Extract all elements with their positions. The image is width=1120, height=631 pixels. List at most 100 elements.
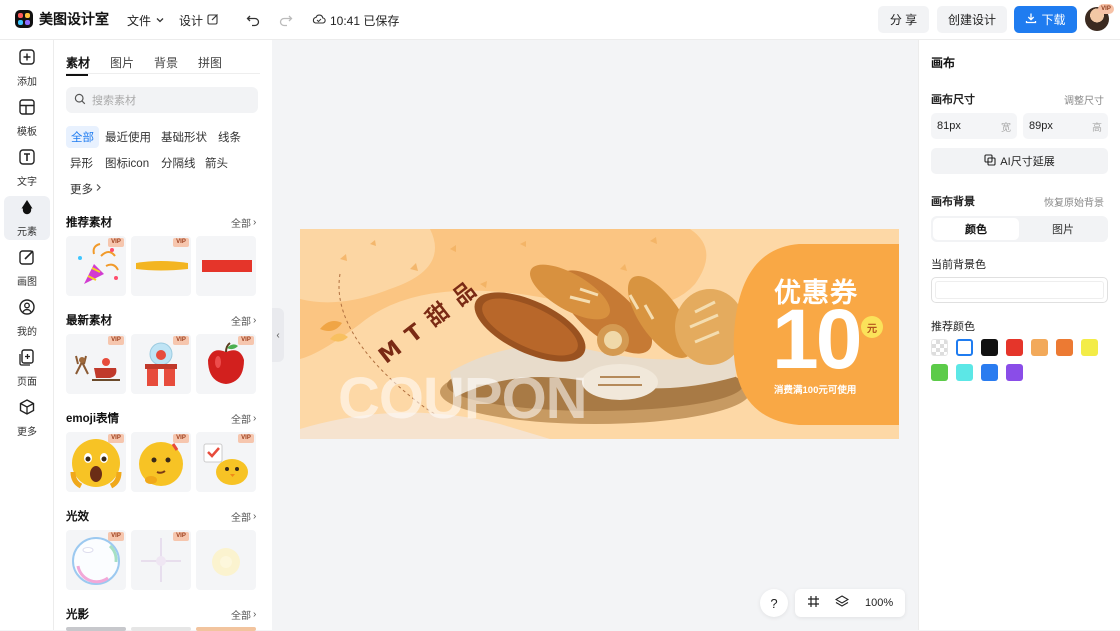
asset-tile-shocked-emoji[interactable]: VIP [66,432,126,492]
chip-basic-shapes[interactable]: 基础形状 [156,126,212,148]
swatch-purple[interactable] [1006,364,1023,381]
chevron-left-icon: ‹ [276,329,280,341]
design-menu-label: 设计 [179,14,204,28]
coupon-watermark-text[interactable]: COUPON [338,367,588,431]
app-name: 美图设计室 [39,11,109,27]
coupon-condition[interactable]: 消费满100元可使用 [774,382,856,396]
zoom-level[interactable]: 100% [865,597,893,609]
swatch-blue[interactable] [981,364,998,381]
text-icon [18,148,36,169]
help-icon: ? [770,595,778,611]
bg-type-image[interactable]: 图片 [1020,218,1106,240]
swatch-orange[interactable] [1056,339,1073,356]
chip-all[interactable]: 全部 [66,126,99,148]
swatch-light-orange[interactable] [1031,339,1048,356]
coupon-amount[interactable]: 10 [772,297,862,381]
nav-label: 我的 [17,327,37,338]
grid-icon[interactable] [807,595,820,611]
nav-item-more[interactable]: 更多 [4,396,50,440]
help-button[interactable]: ? [760,589,788,617]
asset-tile-gift[interactable]: VIP [131,334,191,394]
resize-link[interactable]: 调整尺寸 [1064,92,1104,107]
tab-backgrounds[interactable]: 背景 [154,54,178,71]
section-all-light-shadow[interactable]: 全部 › [231,607,256,622]
nav-item-text[interactable]: 文字 [4,146,50,190]
height-value: 89px [1029,120,1053,132]
asset-tile-yellow-stroke[interactable]: VIP [131,236,191,296]
swatch-cyan[interactable] [956,364,973,381]
nav-label: 页面 [17,377,37,388]
share-button[interactable]: 分 享 [878,6,929,33]
asset-tile-red-bar[interactable] [196,236,256,296]
tab-materials[interactable]: 素材 [66,54,90,71]
nav-item-add[interactable]: 添加 [4,46,50,90]
vip-badge: VIP [173,238,189,247]
chip-recent[interactable]: 最近使用 [100,126,156,148]
section-all-emoji[interactable]: 全部 › [231,411,256,426]
bg-type-toggle: 颜色 图片 [931,216,1108,242]
chip-irregular[interactable]: 异形 [65,152,98,174]
asset-tile-bubble[interactable]: VIP [66,530,126,590]
height-field[interactable]: 89px 高 [1023,113,1108,139]
chip-lines[interactable]: 线条 [213,126,246,148]
ai-extend-button[interactable]: AI尺寸延展 [931,148,1108,174]
swatch-red[interactable] [1006,339,1023,356]
chip-dividers[interactable]: 分隔线 [156,152,201,174]
asset-tile-shadow-1[interactable] [66,627,126,631]
glow-icon [212,548,240,576]
bg-type-color[interactable]: 颜色 [933,218,1019,240]
chip-more[interactable]: 更多 [65,178,107,200]
file-menu[interactable]: 文件 [127,12,165,29]
asset-tile-glow[interactable] [196,530,256,590]
panel-title: 画布 [931,56,956,70]
current-bg-color-field[interactable] [931,277,1108,303]
asset-tile-sparkle[interactable]: VIP [131,530,191,590]
section-all-light-effects[interactable]: 全部 › [231,509,256,524]
asset-tile-chick-emoji[interactable]: VIP [196,432,256,492]
redo-icon[interactable] [276,10,296,30]
swatch-yellow[interactable] [1081,339,1098,356]
nav-item-template[interactable]: 模板 [4,96,50,140]
chip-arrows[interactable]: 箭头 [200,152,233,174]
design-menu[interactable]: 设计 [179,12,219,29]
asset-tile-shadow-3[interactable] [196,627,256,631]
swatch-transparent[interactable] [931,339,948,356]
create-design-button[interactable]: 创建设计 [937,6,1007,33]
nav-item-draw[interactable]: 画图 [4,246,50,290]
swatch-green[interactable] [931,364,948,381]
layers-icon[interactable] [835,595,850,611]
nav-item-elements[interactable]: 元素 [4,196,50,240]
asset-tile-shadow-2[interactable] [131,627,191,631]
design-canvas[interactable]: M T 甜 品 COUPON 优惠券 10 元 消费满100元可使用 [300,229,899,439]
section-title-recommended: 推荐素材 [66,217,112,229]
search-input[interactable]: 搜索素材 [66,87,258,113]
asset-tile-thinking-emoji[interactable]: VIP [131,432,191,492]
download-button[interactable]: 下载 [1014,6,1077,33]
collapse-panel-button[interactable]: ‹ [272,308,284,362]
tab-collage[interactable]: 拼图 [198,54,222,71]
app-logo[interactable]: 美图设计室 [15,9,109,29]
undo-icon[interactable] [243,10,263,30]
panel-tabs: 素材 图片 背景 拼图 [66,54,222,71]
swatch-black[interactable] [981,339,998,356]
asset-tile-sleigh[interactable]: VIP [66,334,126,394]
nav-item-mine[interactable]: 我的 [4,296,50,340]
asset-panel: 素材 图片 背景 拼图 搜索素材 全部 最近使用 基础形状 线条 异形 图标ic… [54,40,272,631]
tab-images[interactable]: 图片 [110,54,134,71]
nav-item-page[interactable]: 页面 [4,346,50,390]
swatch-white[interactable] [956,339,973,356]
section-all-recommended[interactable]: 全部 › [231,215,256,230]
logo-icon [15,10,33,28]
recommended-colors-label: 推荐颜色 [931,321,975,333]
nav-label: 更多 [17,427,37,438]
section-all-latest[interactable]: 全部 › [231,313,256,328]
asset-tile-apple[interactable]: VIP [196,334,256,394]
canvas-bg-label: 画布背景 [931,196,975,208]
section-title-light-shadow: 光影 [66,609,89,621]
share-button-label: 分 享 [889,13,918,27]
asset-tile-party-popper[interactable]: VIP [66,236,126,296]
width-field[interactable]: 81px 宽 [931,113,1017,139]
chip-icons[interactable]: 图标icon [100,152,154,174]
coupon-unit-badge[interactable]: 元 [861,316,883,338]
restore-bg-link[interactable]: 恢复原始背景 [1044,194,1104,209]
